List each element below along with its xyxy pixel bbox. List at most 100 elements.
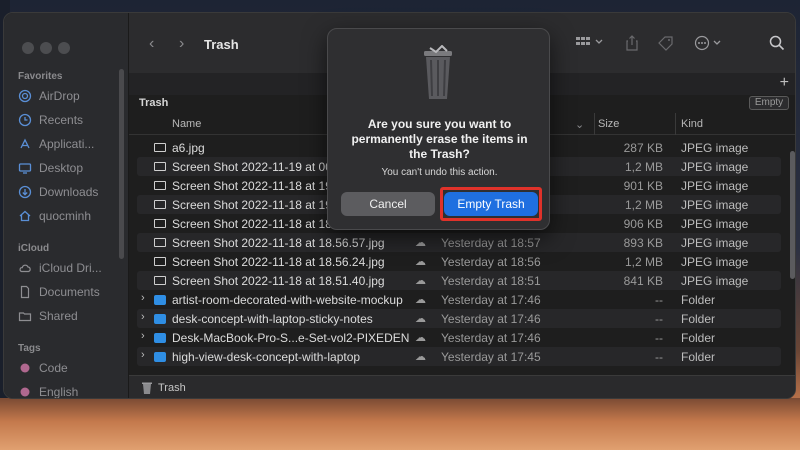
apps-icon <box>18 137 32 151</box>
disclosure-chevron-icon[interactable]: › <box>141 311 145 323</box>
image-file-icon <box>154 181 166 190</box>
sort-chevron-icon[interactable]: ⌄ <box>575 118 584 131</box>
confirm-dialog: Are you sure you want to permanently era… <box>327 28 550 230</box>
disclosure-chevron-icon[interactable]: › <box>141 292 145 304</box>
folder-icon <box>154 314 166 324</box>
column-kind[interactable]: Kind <box>681 118 703 130</box>
file-size: 841 KB <box>623 274 663 288</box>
minimize-window-button[interactable] <box>40 42 52 54</box>
image-file-icon <box>154 276 166 285</box>
file-kind: JPEG image <box>681 274 749 288</box>
sidebar-item-shared[interactable]: Shared <box>18 307 78 325</box>
date-added: Yesterday at 17:46 <box>441 293 541 307</box>
cloud-icon: ☁ <box>415 237 426 249</box>
sidebar-item-label: quocminh <box>39 209 92 223</box>
date-added: Yesterday at 17:45 <box>441 350 541 364</box>
sidebar-item-airdrop[interactable]: AirDrop <box>18 87 80 105</box>
file-kind: JPEG image <box>681 198 749 212</box>
folder-icon <box>154 295 166 305</box>
sidebar-item-home[interactable]: quocminh <box>18 207 91 225</box>
file-kind: Folder <box>681 312 716 326</box>
sidebar-item-label: Desktop <box>39 161 84 175</box>
date-added: Yesterday at 17:46 <box>441 312 541 326</box>
disclosure-chevron-icon[interactable]: › <box>141 330 145 342</box>
section-title: Trash <box>139 97 169 109</box>
cloud-icon: ☁ <box>415 294 426 306</box>
tag-dot-icon <box>18 385 32 398</box>
cancel-button[interactable]: Cancel <box>341 192 435 216</box>
sidebar-item-label: English <box>39 385 79 399</box>
file-size: 1,2 MB <box>624 255 663 269</box>
cloud-icon: ☁ <box>415 332 426 344</box>
sidebar-item-icloud-drive[interactable]: iCloud Dri... <box>18 259 102 277</box>
disclosure-chevron-icon[interactable]: › <box>141 349 145 361</box>
sidebar-section-icloud: iCloud <box>18 243 50 254</box>
file-kind: JPEG image <box>681 160 749 174</box>
zoom-window-button[interactable] <box>58 42 70 54</box>
document-icon <box>18 285 32 299</box>
sidebar-scrollbar[interactable] <box>119 69 124 259</box>
cloud-icon: ☁ <box>415 351 426 363</box>
cloud-icon: ☁ <box>415 256 426 268</box>
airdrop-icon <box>18 89 32 103</box>
sidebar-item-recents[interactable]: Recents <box>18 111 83 129</box>
tag-icon[interactable] <box>657 35 675 54</box>
dialog-message: You can't undo this action. <box>381 167 498 178</box>
cloud-icon: ☁ <box>415 313 426 325</box>
table-row[interactable]: › ☁ high-view-desk-concept-with-laptop Yest… <box>137 347 781 366</box>
folder-icon <box>154 333 166 343</box>
file-kind: JPEG image <box>681 236 749 250</box>
view-options-icon[interactable] <box>575 35 605 52</box>
file-name: Screen Shot 2022-11-18 at 18.56.24.jpg <box>172 255 385 269</box>
file-size: 1,2 MB <box>624 160 663 174</box>
sidebar-item-label: Code <box>39 361 68 375</box>
sidebar-item-applications[interactable]: Applicati... <box>18 135 94 153</box>
file-size: 1,2 MB <box>624 198 663 212</box>
column-divider <box>675 113 676 135</box>
empty-button[interactable]: Empty <box>749 96 789 110</box>
file-size: -- <box>655 312 663 326</box>
desktop-icon <box>18 161 32 175</box>
desktop-wallpaper <box>0 398 800 450</box>
date-added: Yesterday at 18:51 <box>441 274 541 288</box>
sidebar-item-documents[interactable]: Documents <box>18 283 100 301</box>
search-icon[interactable] <box>769 35 785 54</box>
file-size: 287 KB <box>623 141 663 155</box>
table-row[interactable]: › ☁ Desk-MacBook-Pro-S...e-Set-vol2-PIXEDE… <box>137 328 781 347</box>
table-row[interactable]: › ☁ artist-room-decorated-with-website-moc… <box>137 290 781 309</box>
sidebar: Favorites AirDrop Recents Applicati... D… <box>4 13 129 399</box>
date-added: Yesterday at 18:56 <box>441 255 541 269</box>
file-kind: JPEG image <box>681 217 749 231</box>
image-file-icon <box>154 257 166 266</box>
table-row[interactable]: ☁ Screen Shot 2022-11-18 at 18.51.40.jpg Y… <box>137 271 781 290</box>
shared-folder-icon <box>18 309 32 323</box>
sidebar-item-downloads[interactable]: Downloads <box>18 183 98 201</box>
forward-icon[interactable]: › <box>179 35 184 53</box>
new-tab-icon[interactable]: + <box>780 74 789 92</box>
file-size: 901 KB <box>623 179 663 193</box>
image-file-icon <box>154 200 166 209</box>
column-name[interactable]: Name <box>172 118 201 130</box>
file-list-scrollbar[interactable] <box>790 151 795 279</box>
sidebar-item-label: Downloads <box>39 185 99 199</box>
column-size[interactable]: Size <box>598 118 619 130</box>
sidebar-item-label: AirDrop <box>39 89 80 103</box>
more-actions-icon[interactable] <box>694 35 724 54</box>
image-file-icon <box>154 143 166 152</box>
sidebar-tag-english[interactable]: English <box>18 383 79 399</box>
sidebar-item-label: Shared <box>39 309 78 323</box>
home-icon <box>18 209 32 223</box>
table-row[interactable]: › ☁ desk-concept-with-laptop-sticky-notes Y… <box>137 309 781 328</box>
cloud-icon: ☁ <box>415 275 426 287</box>
back-icon[interactable]: ‹ <box>149 35 154 53</box>
table-row[interactable]: ☁ Screen Shot 2022-11-18 at 18.56.24.jpg Y… <box>137 252 781 271</box>
table-row[interactable]: ☁ Screen Shot 2022-11-18 at 18.56.57.jpg Y… <box>137 233 781 252</box>
file-name: Screen Shot 2022-11-18 at 18.56.57.jpg <box>172 236 385 250</box>
share-icon[interactable] <box>625 35 639 54</box>
window-title: Trash <box>204 37 239 52</box>
date-added: Yesterday at 17:46 <box>441 331 541 345</box>
sidebar-item-desktop[interactable]: Desktop <box>18 159 83 177</box>
close-window-button[interactable] <box>22 42 34 54</box>
file-size: -- <box>655 293 663 307</box>
sidebar-tag-code[interactable]: Code <box>18 359 68 377</box>
